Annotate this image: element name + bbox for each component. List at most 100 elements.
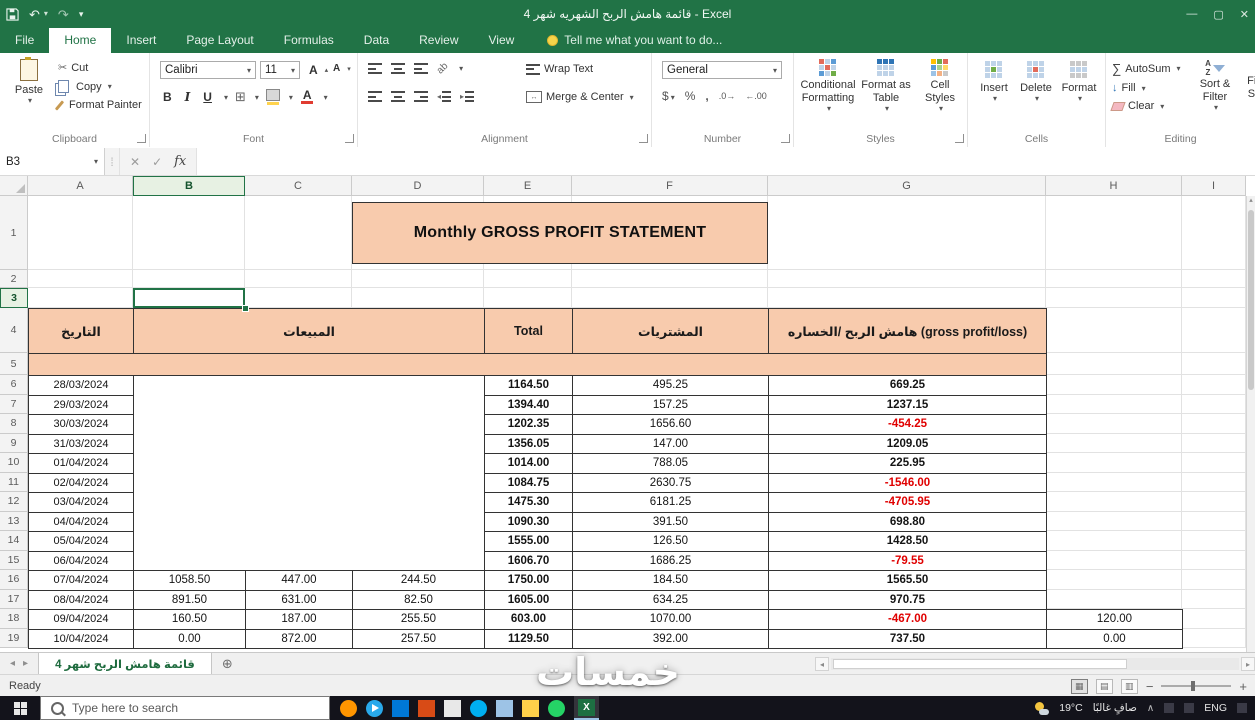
- cell-A7[interactable]: 29/03/2024: [28, 394, 134, 415]
- cell-G10[interactable]: 225.95: [768, 453, 1047, 474]
- hscroll-left-icon[interactable]: ◂: [815, 657, 829, 671]
- number-dialog-launcher-icon[interactable]: [781, 134, 790, 143]
- grid-cell-F3[interactable]: [572, 288, 768, 308]
- cell-F12[interactable]: 6181.25: [572, 492, 769, 513]
- table-header-3[interactable]: المشتريات: [572, 308, 769, 354]
- cell-E6[interactable]: 1164.50: [484, 375, 573, 396]
- page-break-view-icon[interactable]: ▥: [1120, 678, 1138, 694]
- grid-cell-H14[interactable]: [1046, 531, 1182, 551]
- scroll-up-icon[interactable]: ▴: [1247, 196, 1255, 204]
- cell-G19[interactable]: 737.50: [768, 628, 1047, 649]
- merge-center-button[interactable]: ↔ Merge & Center ▾: [526, 91, 634, 103]
- sheet-nav-right-icon[interactable]: ▸: [23, 658, 28, 669]
- cell-C18[interactable]: 187.00: [245, 609, 353, 630]
- grid-cell-H15[interactable]: [1046, 550, 1182, 570]
- browser-icon[interactable]: [340, 699, 357, 717]
- confirm-entry-icon[interactable]: ✓: [152, 155, 162, 169]
- row-header-7[interactable]: 7: [0, 394, 28, 414]
- cell-D18[interactable]: 255.50: [352, 609, 485, 630]
- row-header-6[interactable]: 6: [0, 375, 28, 395]
- fill-handle[interactable]: [242, 305, 249, 312]
- row-header-14[interactable]: 14: [0, 531, 28, 551]
- cell-G14[interactable]: 1428.50: [768, 531, 1047, 552]
- cell-E9[interactable]: 1356.05: [484, 433, 573, 454]
- cell-G15[interactable]: -79.55: [768, 550, 1047, 571]
- cell-G6[interactable]: 669.25: [768, 375, 1047, 396]
- ribbon-tab-file[interactable]: File: [0, 28, 49, 53]
- row-header-2[interactable]: 2: [0, 270, 28, 288]
- cell-C17[interactable]: 631.00: [245, 589, 353, 610]
- cell-A17[interactable]: 08/04/2024: [28, 589, 134, 610]
- vertical-scroll-thumb[interactable]: [1248, 210, 1254, 390]
- cell-F13[interactable]: 391.50: [572, 511, 769, 532]
- ribbon-tab-formulas[interactable]: Formulas: [269, 28, 349, 53]
- language-indicator[interactable]: ENG: [1204, 702, 1227, 714]
- table-header-4[interactable]: هامش الربح /الخساره (gross profit/loss): [768, 308, 1047, 354]
- format-cells-button[interactable]: Format ▾: [1058, 61, 1100, 103]
- grid-cell-H9[interactable]: [1046, 433, 1182, 453]
- zoom-in-icon[interactable]: +: [1239, 679, 1247, 694]
- row-header-13[interactable]: 13: [0, 511, 28, 531]
- grid-cell-H6[interactable]: [1046, 375, 1182, 395]
- document-icon[interactable]: [444, 699, 461, 717]
- middle-align-icon[interactable]: [391, 63, 405, 74]
- row-header-18[interactable]: 18: [0, 609, 28, 629]
- table-header-0[interactable]: التاريخ: [28, 308, 134, 354]
- grid-cell-C1[interactable]: [245, 196, 352, 270]
- cell-A19[interactable]: 10/04/2024: [28, 628, 134, 649]
- cell-E12[interactable]: 1475.30: [484, 492, 573, 513]
- grid-cell-H17[interactable]: [1046, 589, 1182, 609]
- increase-decimal-icon[interactable]: .0→: [719, 91, 736, 101]
- cell-E14[interactable]: 1555.00: [484, 531, 573, 552]
- row-header-5[interactable]: 5: [0, 353, 28, 375]
- cell-G8[interactable]: -454.25: [768, 414, 1047, 435]
- grid-cell-I7[interactable]: [1182, 394, 1246, 414]
- cell-styles-button[interactable]: Cell Styles ▾: [916, 59, 964, 113]
- cell-E7[interactable]: 1394.40: [484, 394, 573, 415]
- table-header-1[interactable]: المبيعات: [133, 308, 485, 354]
- vertical-scrollbar[interactable]: ▴: [1246, 196, 1255, 652]
- cell-F17[interactable]: 634.25: [572, 589, 769, 610]
- grid-cell-I15[interactable]: [1182, 550, 1246, 570]
- number-format-select[interactable]: General ▾: [662, 61, 782, 79]
- ribbon-tab-review[interactable]: Review: [404, 28, 473, 53]
- increase-indent-icon[interactable]: ▸: [460, 91, 475, 102]
- cell-F14[interactable]: 126.50: [572, 531, 769, 552]
- grid-cell-A3[interactable]: [28, 288, 133, 308]
- minimize-icon[interactable]: —: [1186, 8, 1197, 20]
- insert-function-icon[interactable]: fx: [174, 154, 186, 169]
- cell-A10[interactable]: 01/04/2024: [28, 453, 134, 474]
- grid-cell-I19[interactable]: [1182, 628, 1246, 648]
- ribbon-tab-insert[interactable]: Insert: [111, 28, 171, 53]
- grid-cell-I8[interactable]: [1182, 414, 1246, 434]
- grid-cell-F2[interactable]: [572, 270, 768, 288]
- underline-dropdown-icon[interactable]: ▾: [224, 93, 228, 102]
- cell-E8[interactable]: 1202.35: [484, 414, 573, 435]
- align-left-icon[interactable]: [368, 91, 382, 102]
- grid-cell-I11[interactable]: [1182, 472, 1246, 492]
- zoom-slider[interactable]: [1161, 681, 1232, 691]
- grid-cell-I2[interactable]: [1182, 270, 1246, 288]
- cell-E17[interactable]: 1605.00: [484, 589, 573, 610]
- grid-cell-H8[interactable]: [1046, 414, 1182, 434]
- row-header-4[interactable]: 4: [0, 308, 28, 353]
- whatsapp-icon[interactable]: [548, 699, 565, 717]
- cell-D17[interactable]: 82.50: [352, 589, 485, 610]
- ribbon-tab-data[interactable]: Data: [349, 28, 404, 53]
- folder-icon[interactable]: [522, 699, 539, 717]
- cell-F8[interactable]: 1656.60: [572, 414, 769, 435]
- grid-cell-I9[interactable]: [1182, 433, 1246, 453]
- grid-cell-G2[interactable]: [768, 270, 1046, 288]
- paste-button[interactable]: Paste ▾: [8, 57, 50, 105]
- grid-cell-C2[interactable]: [245, 270, 352, 288]
- fill-color-dropdown-icon[interactable]: ▾: [289, 93, 293, 102]
- new-sheet-icon[interactable]: ⊕: [212, 653, 243, 674]
- cell-A11[interactable]: 02/04/2024: [28, 472, 134, 493]
- currency-format-icon[interactable]: $ ▾: [662, 89, 675, 103]
- mail-icon[interactable]: [496, 699, 513, 717]
- cell-A14[interactable]: 05/04/2024: [28, 531, 134, 552]
- selection-B3[interactable]: [133, 288, 245, 308]
- cell-F7[interactable]: 157.25: [572, 394, 769, 415]
- grid-cell-H5[interactable]: [1046, 353, 1182, 375]
- grid-cell-I1[interactable]: [1182, 196, 1246, 270]
